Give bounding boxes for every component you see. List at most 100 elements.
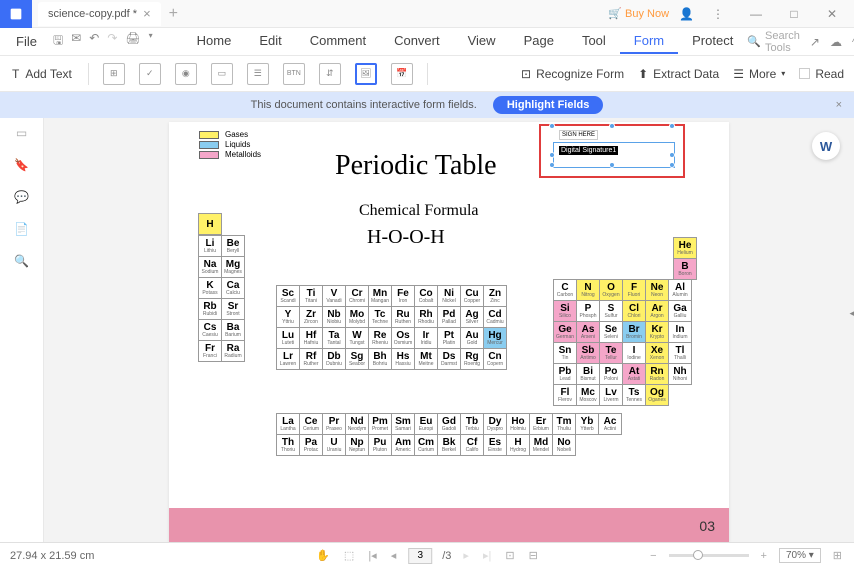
thumbnails-icon[interactable]: ▭ [16, 126, 27, 140]
app-logo[interactable] [0, 0, 32, 28]
document-tab[interactable]: science-copy.pdf * × [38, 2, 161, 26]
statusbar: 27.94 x 21.59 cm ✋ ⬚ |◂ ◂ /3 ▸ ▸| ⊡ ⊟ − … [0, 542, 854, 568]
read-toggle[interactable]: Read [799, 67, 844, 81]
highlight-fields-button[interactable]: Highlight Fields [493, 96, 604, 114]
element-Au: AuGold [460, 327, 484, 349]
fit-width-icon[interactable]: ⊟ [527, 549, 540, 562]
comment-icon[interactable]: 💬 [14, 190, 29, 204]
search-icon[interactable]: 🔍 [14, 254, 29, 268]
bookmark-icon[interactable]: 🔖 [14, 158, 29, 172]
maximize-button[interactable]: □ [780, 7, 808, 21]
undo-icon[interactable]: ↶ [89, 31, 99, 52]
element-Zn: ZnZinc [483, 285, 507, 307]
text-icon: T [12, 67, 19, 81]
listbox-tool[interactable]: ☰ [247, 63, 269, 85]
element-U: UUraniu [322, 434, 346, 456]
save-icon[interactable]: 🖫 [53, 31, 63, 52]
page-input[interactable] [408, 548, 432, 564]
element-Tm: TmThuliu [552, 413, 576, 435]
minimize-button[interactable]: — [742, 7, 770, 21]
date-tool[interactable]: 📅 [391, 63, 413, 85]
last-page-button[interactable]: ▸| [481, 549, 493, 562]
add-text-button[interactable]: TAdd Text [10, 63, 74, 85]
element-Ce: CeCerium [299, 413, 323, 435]
combobox-tool[interactable]: ▭ [211, 63, 233, 85]
dropdown-tool[interactable]: ⇵ [319, 63, 341, 85]
pt-block-right: HeHeliumBBoronCCarbonNNitrogOOxygenFFluo… [554, 238, 704, 406]
chevron-down-icon[interactable]: ▾ [149, 31, 153, 52]
tab-view[interactable]: View [454, 29, 510, 54]
prev-page-button[interactable]: ◂ [389, 549, 399, 562]
element-Ts: TsTennes [622, 384, 646, 406]
file-menu[interactable]: File [6, 34, 47, 49]
element-Md: MdMendel [529, 434, 553, 456]
buy-now-link[interactable]: 🛒 Buy Now [608, 7, 669, 20]
element-Er: ErErbium [529, 413, 553, 435]
next-page-button[interactable]: ▸ [461, 549, 471, 562]
zoom-slider[interactable] [669, 554, 749, 557]
element-Cf: CfCalifo [460, 434, 484, 456]
radio-tool[interactable]: ◉ [175, 63, 197, 85]
word-export-button[interactable]: W [812, 132, 840, 160]
cloud-icon[interactable]: ☁ [830, 35, 842, 49]
document-canvas[interactable]: Gases Liquids Metalloids Periodic Table … [44, 118, 854, 542]
zoom-value[interactable]: 70% ▾ [779, 548, 821, 563]
text-field-tool[interactable]: ⊞ [103, 63, 125, 85]
recognize-form-button[interactable]: ⊡Recognize Form [521, 67, 624, 81]
close-window-button[interactable]: ✕ [818, 7, 846, 21]
signature-name: Digital Signature1 [559, 146, 618, 155]
element-In: InIndium [668, 321, 692, 343]
element-Np: NpNeptun [345, 434, 369, 456]
fit-page-icon[interactable]: ⊡ [503, 549, 516, 562]
first-page-button[interactable]: |◂ [366, 549, 378, 562]
menu-dots-icon[interactable]: ⋮ [704, 7, 732, 21]
mail-icon[interactable]: ✉ [71, 31, 81, 52]
element-Al: AlAlumin [668, 279, 692, 301]
tab-edit[interactable]: Edit [245, 29, 295, 54]
zoom-in-button[interactable]: + [759, 550, 769, 562]
signature-tool[interactable]: 🖼 [355, 63, 377, 85]
element-O: OOxygen [599, 279, 623, 301]
tab-form[interactable]: Form [620, 29, 678, 54]
button-tool[interactable]: BTN [283, 63, 305, 85]
info-close-icon[interactable]: × [836, 99, 842, 111]
zoom-out-button[interactable]: − [648, 550, 658, 562]
checkbox-tool[interactable]: ✓ [139, 63, 161, 85]
element-Li: LiLithiu [198, 235, 222, 257]
extract-data-button[interactable]: ⬆Extract Data [638, 67, 719, 81]
more-button[interactable]: ☰More▾ [733, 67, 785, 81]
menubar: File 🖫 ✉ ↶ ↷ 🖨 ▾ HomeEditCommentConvertV… [0, 28, 854, 56]
user-icon[interactable]: 👤 [679, 7, 694, 21]
select-tool-icon[interactable]: ⬚ [342, 549, 356, 562]
page-footer [169, 508, 729, 542]
tab-tool[interactable]: Tool [568, 29, 620, 54]
element-Ni: NiNickel [437, 285, 461, 307]
view-mode-icon[interactable]: ⊞ [831, 549, 844, 562]
add-tab-button[interactable]: + [169, 5, 178, 23]
element-Pd: PdPallad [437, 306, 461, 328]
tab-convert[interactable]: Convert [380, 29, 454, 54]
element-Ne: NeNeon [645, 279, 669, 301]
tab-page[interactable]: Page [510, 29, 568, 54]
element-Nh: NhNihoni [668, 363, 692, 385]
left-sidebar: ▭ 🔖 💬 📄 🔍 ▸ [0, 118, 44, 542]
hand-tool-icon[interactable]: ✋ [314, 549, 332, 562]
pt-block-left: HLiLithiuBeBeryllNaSodiumMgMagnesKPotass… [199, 214, 249, 362]
element-As: AsArseni [576, 321, 600, 343]
attachment-icon[interactable]: 📄 [14, 222, 29, 236]
signature-field-selection[interactable]: SIGN HERE Digital Signature1 [539, 124, 685, 178]
element-Sr: SrStront [221, 298, 245, 320]
redo-icon[interactable]: ↷ [107, 31, 117, 52]
tab-protect[interactable]: Protect [678, 29, 747, 54]
tab-comment[interactable]: Comment [296, 29, 380, 54]
collapse-right-icon[interactable]: ◂ [849, 308, 854, 319]
element-Zr: ZrZircon [299, 306, 323, 328]
element-Rg: RgRoentg [460, 348, 484, 370]
share-icon[interactable]: ↗ [810, 35, 820, 49]
search-tools-input[interactable]: 🔍 Search Tools [747, 30, 800, 54]
tab-home[interactable]: Home [183, 29, 246, 54]
hamburger-icon: ☰ [733, 67, 744, 81]
tab-close-icon[interactable]: × [143, 6, 151, 21]
element-Pm: PmPromet [368, 413, 392, 435]
print-icon[interactable]: 🖨 [125, 31, 140, 52]
